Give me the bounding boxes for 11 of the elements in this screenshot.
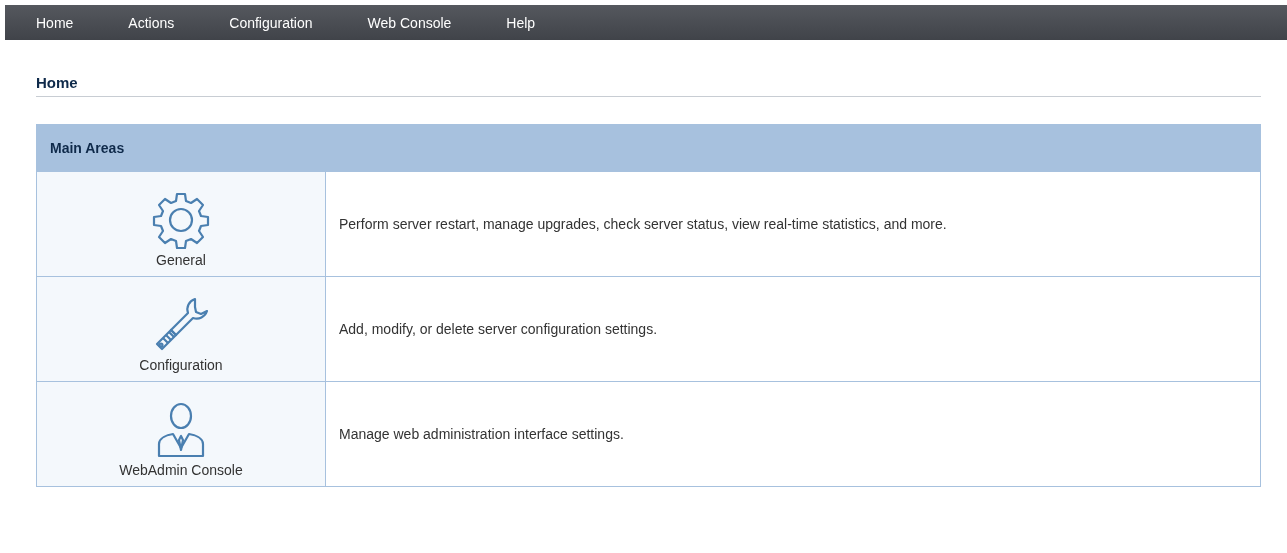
- menu-item[interactable]: Actions: [128, 14, 175, 31]
- table-header: Main Areas: [37, 125, 1260, 171]
- area-link[interactable]: Configuration: [37, 277, 326, 381]
- menu-item[interactable]: Home: [36, 14, 74, 31]
- menu-item[interactable]: Web Console: [367, 14, 452, 31]
- area-link[interactable]: WebAdmin Console: [37, 382, 326, 486]
- gear-icon: [151, 190, 211, 250]
- area-link[interactable]: General: [37, 172, 326, 276]
- menu-item[interactable]: Configuration: [229, 14, 313, 31]
- menu-item[interactable]: Help: [506, 14, 536, 31]
- page-title: Home: [36, 74, 1261, 97]
